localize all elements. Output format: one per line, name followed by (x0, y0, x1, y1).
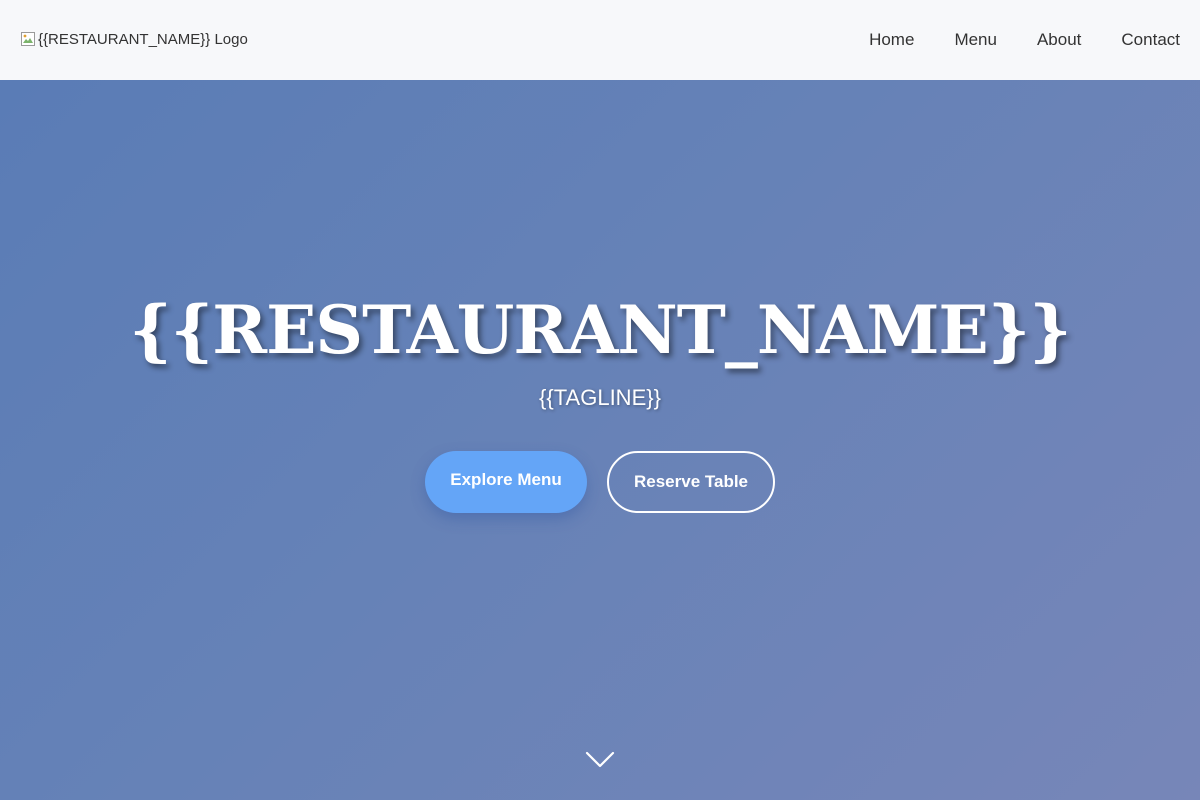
nav-contact[interactable]: Contact (1121, 30, 1180, 50)
hero-title: {{RESTAURANT_NAME}} (129, 291, 1071, 369)
chevron-down-icon[interactable] (585, 750, 615, 770)
broken-image-icon (20, 31, 36, 47)
hero-buttons: Explore Menu Reserve Table (0, 451, 1200, 513)
reserve-table-button[interactable]: Reserve Table (607, 451, 775, 513)
nav-home[interactable]: Home (869, 30, 914, 50)
hero-tagline: {{TAGLINE}} (539, 385, 661, 410)
logo[interactable]: {{RESTAURANT_NAME}} Logo (20, 31, 248, 48)
main-nav: Home Menu About Contact (869, 30, 1180, 50)
nav-menu[interactable]: Menu (954, 30, 997, 50)
hero-section: {{RESTAURANT_NAME}} {{TAGLINE}} Explore … (0, 80, 1200, 800)
explore-menu-button[interactable]: Explore Menu (425, 451, 587, 513)
site-header: {{RESTAURANT_NAME}} Logo Home Menu About… (0, 0, 1200, 80)
logo-alt-text: {{RESTAURANT_NAME}} Logo (38, 30, 248, 48)
nav-about[interactable]: About (1037, 30, 1081, 50)
